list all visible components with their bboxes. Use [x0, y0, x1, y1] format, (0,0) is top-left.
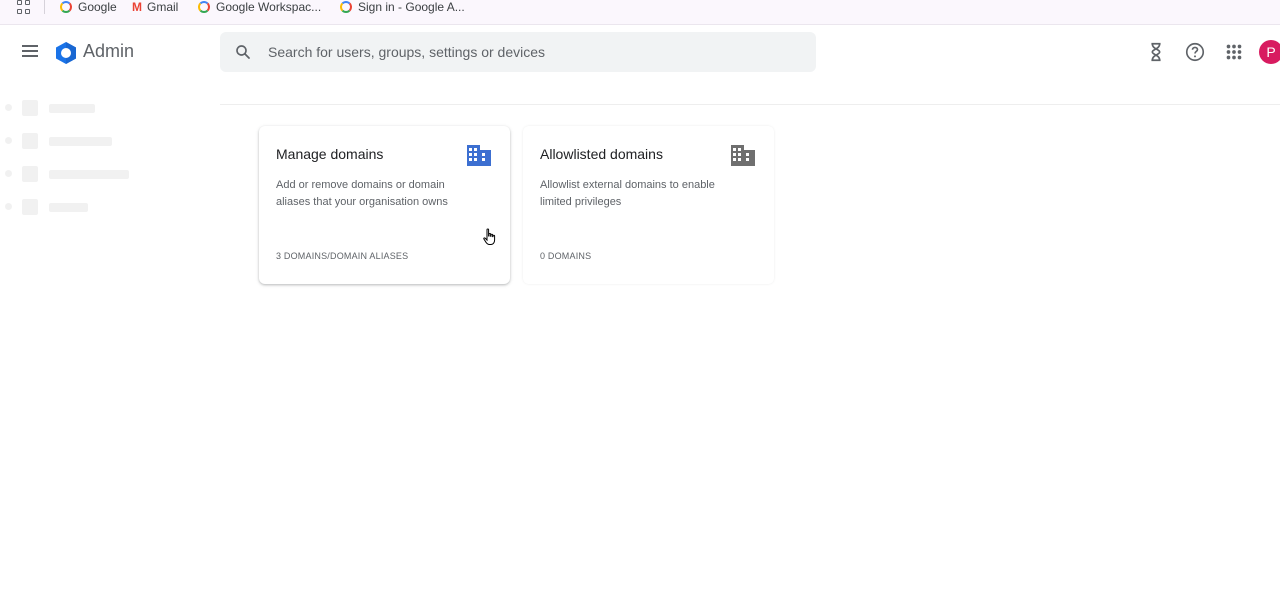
gmail-icon: M — [132, 0, 142, 14]
building-icon — [467, 145, 491, 166]
bookmark-label: Google Workspac... — [216, 0, 322, 14]
card-title: Allowlisted domains — [540, 146, 663, 162]
admin-logo-icon[interactable] — [54, 41, 78, 65]
manage-domains-card[interactable]: Manage domains Add or remove domains or … — [259, 126, 510, 284]
google-apps-icon[interactable] — [1223, 41, 1245, 63]
google-icon — [198, 1, 210, 13]
bookmark-gmail[interactable]: M Gmail — [132, 0, 178, 14]
bookmark-label: Sign in - Google A... — [358, 0, 465, 14]
allowlisted-domains-card[interactable]: Allowlisted domains Allowlist external d… — [523, 126, 774, 284]
hand-cursor-icon — [483, 228, 496, 245]
card-description: Add or remove domains or domain aliases … — [276, 179, 448, 208]
help-icon[interactable] — [1184, 41, 1206, 63]
app-title[interactable]: Admin — [83, 41, 134, 62]
apps-grid-icon[interactable] — [17, 0, 31, 14]
account-avatar[interactable]: P — [1259, 40, 1280, 64]
content-divider — [220, 104, 1280, 105]
card-title: Manage domains — [276, 146, 384, 162]
search-input[interactable] — [266, 32, 806, 72]
card-description: Allowlist external domains to enable lim… — [540, 179, 715, 208]
bookmark-sign-in[interactable]: Sign in - Google A... — [340, 0, 465, 14]
bookmark-label: Google — [78, 0, 117, 14]
bookmarks-bar: Google M Gmail Google Workspac... Sign i… — [0, 0, 1280, 25]
search-icon — [236, 45, 250, 59]
card-count: 3 DOMAINS/DOMAIN ALIASES — [276, 251, 409, 261]
google-icon — [340, 1, 352, 13]
building-icon — [731, 145, 755, 166]
card-count: 0 DOMAINS — [540, 251, 592, 261]
bookmark-google-workspace[interactable]: Google Workspac... — [198, 0, 321, 14]
google-icon — [60, 1, 72, 13]
bookmarks-separator — [44, 0, 45, 14]
app-header: Admin P — [0, 25, 1280, 81]
search-bar[interactable] — [220, 32, 816, 72]
bookmark-google[interactable]: Google — [60, 0, 117, 14]
bookmark-label: Gmail — [147, 0, 179, 14]
hourglass-icon[interactable] — [1145, 41, 1167, 63]
main-menu-icon[interactable] — [22, 45, 38, 57]
